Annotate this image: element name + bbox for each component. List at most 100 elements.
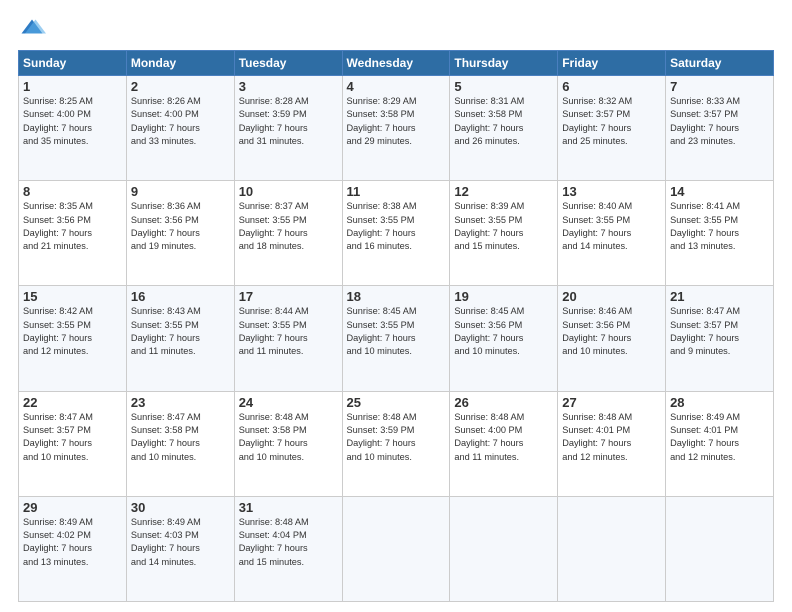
day-number: 31 (239, 500, 338, 515)
day-header-wednesday: Wednesday (342, 51, 450, 76)
day-info: Sunrise: 8:45 AMSunset: 3:56 PMDaylight:… (454, 305, 553, 358)
calendar-cell: 16Sunrise: 8:43 AMSunset: 3:55 PMDayligh… (126, 286, 234, 391)
calendar-cell: 18Sunrise: 8:45 AMSunset: 3:55 PMDayligh… (342, 286, 450, 391)
day-info: Sunrise: 8:42 AMSunset: 3:55 PMDaylight:… (23, 305, 122, 358)
day-number: 24 (239, 395, 338, 410)
day-number: 19 (454, 289, 553, 304)
day-header-monday: Monday (126, 51, 234, 76)
day-info: Sunrise: 8:48 AMSunset: 3:59 PMDaylight:… (347, 411, 446, 464)
day-header-friday: Friday (558, 51, 666, 76)
day-number: 17 (239, 289, 338, 304)
day-header-tuesday: Tuesday (234, 51, 342, 76)
day-header-saturday: Saturday (666, 51, 774, 76)
calendar-week-row: 8Sunrise: 8:35 AMSunset: 3:56 PMDaylight… (19, 181, 774, 286)
day-info: Sunrise: 8:48 AMSunset: 4:00 PMDaylight:… (454, 411, 553, 464)
day-info: Sunrise: 8:36 AMSunset: 3:56 PMDaylight:… (131, 200, 230, 253)
day-info: Sunrise: 8:49 AMSunset: 4:03 PMDaylight:… (131, 516, 230, 569)
calendar-cell: 28Sunrise: 8:49 AMSunset: 4:01 PMDayligh… (666, 391, 774, 496)
calendar-week-row: 15Sunrise: 8:42 AMSunset: 3:55 PMDayligh… (19, 286, 774, 391)
calendar-week-row: 22Sunrise: 8:47 AMSunset: 3:57 PMDayligh… (19, 391, 774, 496)
day-number: 27 (562, 395, 661, 410)
day-info: Sunrise: 8:47 AMSunset: 3:57 PMDaylight:… (670, 305, 769, 358)
calendar-week-row: 1Sunrise: 8:25 AMSunset: 4:00 PMDaylight… (19, 76, 774, 181)
day-number: 4 (347, 79, 446, 94)
logo-icon (18, 16, 46, 44)
calendar-cell: 6Sunrise: 8:32 AMSunset: 3:57 PMDaylight… (558, 76, 666, 181)
day-info: Sunrise: 8:48 AMSunset: 4:04 PMDaylight:… (239, 516, 338, 569)
day-info: Sunrise: 8:46 AMSunset: 3:56 PMDaylight:… (562, 305, 661, 358)
calendar-cell (342, 496, 450, 601)
day-number: 11 (347, 184, 446, 199)
day-info: Sunrise: 8:37 AMSunset: 3:55 PMDaylight:… (239, 200, 338, 253)
calendar-cell: 29Sunrise: 8:49 AMSunset: 4:02 PMDayligh… (19, 496, 127, 601)
calendar-cell: 21Sunrise: 8:47 AMSunset: 3:57 PMDayligh… (666, 286, 774, 391)
day-number: 21 (670, 289, 769, 304)
calendar-cell: 10Sunrise: 8:37 AMSunset: 3:55 PMDayligh… (234, 181, 342, 286)
calendar-cell (558, 496, 666, 601)
calendar-cell: 27Sunrise: 8:48 AMSunset: 4:01 PMDayligh… (558, 391, 666, 496)
calendar-cell: 14Sunrise: 8:41 AMSunset: 3:55 PMDayligh… (666, 181, 774, 286)
day-number: 10 (239, 184, 338, 199)
calendar-cell: 11Sunrise: 8:38 AMSunset: 3:55 PMDayligh… (342, 181, 450, 286)
day-info: Sunrise: 8:45 AMSunset: 3:55 PMDaylight:… (347, 305, 446, 358)
calendar-cell: 26Sunrise: 8:48 AMSunset: 4:00 PMDayligh… (450, 391, 558, 496)
calendar-cell: 30Sunrise: 8:49 AMSunset: 4:03 PMDayligh… (126, 496, 234, 601)
day-number: 12 (454, 184, 553, 199)
day-info: Sunrise: 8:33 AMSunset: 3:57 PMDaylight:… (670, 95, 769, 148)
calendar-cell: 4Sunrise: 8:29 AMSunset: 3:58 PMDaylight… (342, 76, 450, 181)
day-info: Sunrise: 8:32 AMSunset: 3:57 PMDaylight:… (562, 95, 661, 148)
calendar-cell: 24Sunrise: 8:48 AMSunset: 3:58 PMDayligh… (234, 391, 342, 496)
day-info: Sunrise: 8:28 AMSunset: 3:59 PMDaylight:… (239, 95, 338, 148)
calendar-cell: 9Sunrise: 8:36 AMSunset: 3:56 PMDaylight… (126, 181, 234, 286)
day-info: Sunrise: 8:49 AMSunset: 4:02 PMDaylight:… (23, 516, 122, 569)
day-header-thursday: Thursday (450, 51, 558, 76)
calendar-cell: 22Sunrise: 8:47 AMSunset: 3:57 PMDayligh… (19, 391, 127, 496)
day-info: Sunrise: 8:26 AMSunset: 4:00 PMDaylight:… (131, 95, 230, 148)
calendar-cell (666, 496, 774, 601)
day-info: Sunrise: 8:49 AMSunset: 4:01 PMDaylight:… (670, 411, 769, 464)
calendar-cell: 8Sunrise: 8:35 AMSunset: 3:56 PMDaylight… (19, 181, 127, 286)
day-number: 30 (131, 500, 230, 515)
day-number: 7 (670, 79, 769, 94)
day-number: 14 (670, 184, 769, 199)
day-number: 2 (131, 79, 230, 94)
calendar-cell: 12Sunrise: 8:39 AMSunset: 3:55 PMDayligh… (450, 181, 558, 286)
day-number: 8 (23, 184, 122, 199)
day-info: Sunrise: 8:25 AMSunset: 4:00 PMDaylight:… (23, 95, 122, 148)
day-info: Sunrise: 8:44 AMSunset: 3:55 PMDaylight:… (239, 305, 338, 358)
page: SundayMondayTuesdayWednesdayThursdayFrid… (0, 0, 792, 612)
calendar-cell: 25Sunrise: 8:48 AMSunset: 3:59 PMDayligh… (342, 391, 450, 496)
calendar-cell (450, 496, 558, 601)
day-number: 3 (239, 79, 338, 94)
calendar-header-row: SundayMondayTuesdayWednesdayThursdayFrid… (19, 51, 774, 76)
calendar-week-row: 29Sunrise: 8:49 AMSunset: 4:02 PMDayligh… (19, 496, 774, 601)
header (18, 16, 774, 44)
calendar-table: SundayMondayTuesdayWednesdayThursdayFrid… (18, 50, 774, 602)
calendar-cell: 5Sunrise: 8:31 AMSunset: 3:58 PMDaylight… (450, 76, 558, 181)
day-info: Sunrise: 8:40 AMSunset: 3:55 PMDaylight:… (562, 200, 661, 253)
calendar-cell: 15Sunrise: 8:42 AMSunset: 3:55 PMDayligh… (19, 286, 127, 391)
day-number: 25 (347, 395, 446, 410)
calendar-cell: 19Sunrise: 8:45 AMSunset: 3:56 PMDayligh… (450, 286, 558, 391)
day-number: 1 (23, 79, 122, 94)
day-info: Sunrise: 8:47 AMSunset: 3:57 PMDaylight:… (23, 411, 122, 464)
day-number: 20 (562, 289, 661, 304)
day-info: Sunrise: 8:41 AMSunset: 3:55 PMDaylight:… (670, 200, 769, 253)
day-number: 18 (347, 289, 446, 304)
logo (18, 16, 50, 44)
day-header-sunday: Sunday (19, 51, 127, 76)
day-number: 13 (562, 184, 661, 199)
day-info: Sunrise: 8:29 AMSunset: 3:58 PMDaylight:… (347, 95, 446, 148)
calendar-cell: 31Sunrise: 8:48 AMSunset: 4:04 PMDayligh… (234, 496, 342, 601)
day-info: Sunrise: 8:48 AMSunset: 3:58 PMDaylight:… (239, 411, 338, 464)
day-number: 22 (23, 395, 122, 410)
day-number: 9 (131, 184, 230, 199)
calendar-cell: 3Sunrise: 8:28 AMSunset: 3:59 PMDaylight… (234, 76, 342, 181)
calendar-cell: 2Sunrise: 8:26 AMSunset: 4:00 PMDaylight… (126, 76, 234, 181)
day-info: Sunrise: 8:39 AMSunset: 3:55 PMDaylight:… (454, 200, 553, 253)
day-info: Sunrise: 8:43 AMSunset: 3:55 PMDaylight:… (131, 305, 230, 358)
day-number: 6 (562, 79, 661, 94)
calendar-cell: 1Sunrise: 8:25 AMSunset: 4:00 PMDaylight… (19, 76, 127, 181)
day-info: Sunrise: 8:38 AMSunset: 3:55 PMDaylight:… (347, 200, 446, 253)
day-info: Sunrise: 8:31 AMSunset: 3:58 PMDaylight:… (454, 95, 553, 148)
